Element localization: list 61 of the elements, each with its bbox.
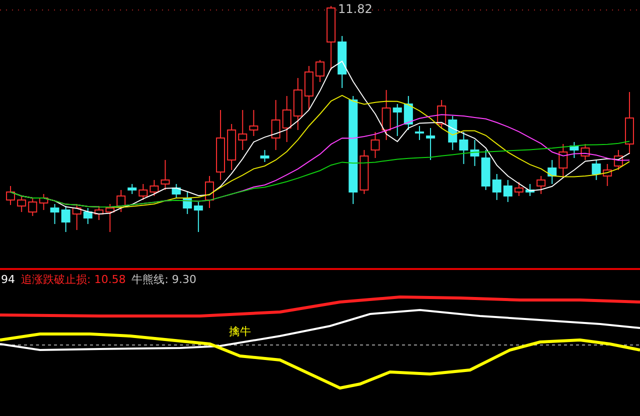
candlestick: [382, 90, 391, 140]
candlestick: [558, 144, 568, 178]
candlestick: [448, 116, 458, 150]
candlestick: [414, 126, 424, 140]
candlestick: [536, 176, 546, 194]
candlestick: [326, 6, 336, 70]
candlestick: [216, 110, 226, 180]
candlestick: [39, 194, 48, 210]
candlestick: [260, 150, 270, 162]
candlestick: [370, 132, 380, 158]
candlestick: [249, 110, 258, 136]
candlestick: [526, 184, 534, 196]
candlestick: [128, 184, 137, 194]
candlestick: [116, 190, 126, 212]
candlestick: [481, 150, 490, 190]
candlestick: [94, 206, 104, 220]
candlestick: [437, 100, 446, 128]
candlestick: [602, 164, 612, 186]
candlestick: [61, 206, 70, 232]
candlestick: [392, 104, 402, 136]
high-price-label: 11.82: [338, 2, 372, 16]
candlestick: [514, 182, 524, 196]
candlestick: [83, 208, 92, 224]
candlestick: [172, 184, 181, 198]
candlestick: [570, 142, 579, 158]
candlestick: [624, 92, 634, 154]
candlestick: [106, 204, 114, 232]
candlestick: [138, 184, 148, 200]
candlestick: [459, 132, 468, 164]
candlestick: [227, 124, 236, 170]
indicator-legend-text: 牛熊线: 9.30: [132, 272, 196, 286]
candlestick: [492, 174, 502, 200]
candlestick: [28, 198, 38, 216]
candlestick: [404, 96, 413, 130]
candlestick: [293, 78, 302, 130]
signal-label: 擒牛: [229, 324, 251, 339]
candlestick: [282, 96, 292, 142]
candlestick: [470, 140, 480, 166]
candlestick: [182, 192, 192, 214]
indicator-legend-text: 94: [1, 272, 15, 286]
candlestick: [238, 110, 248, 150]
candlestick: [271, 100, 280, 150]
candlestick: [548, 160, 557, 184]
indicator-legend-text: 追涨跌破止损: 10.58: [21, 272, 126, 286]
candlestick: [426, 128, 436, 160]
candlestick: [50, 204, 60, 224]
candlestick: [72, 204, 82, 230]
candlestick: [338, 36, 347, 88]
candlestick: [503, 180, 512, 202]
candlestick: [592, 160, 601, 180]
candlestick: [17, 196, 26, 212]
candlestick: [150, 180, 159, 196]
candlestick: [614, 150, 623, 170]
candlestick: [360, 150, 369, 194]
candlestick: [6, 186, 16, 206]
candlestick: [160, 160, 170, 190]
candlestick: [304, 66, 314, 110]
candlestick: [316, 60, 324, 82]
candlestick: [194, 202, 203, 232]
candlestick: [204, 176, 214, 208]
candlestick: [580, 144, 590, 160]
